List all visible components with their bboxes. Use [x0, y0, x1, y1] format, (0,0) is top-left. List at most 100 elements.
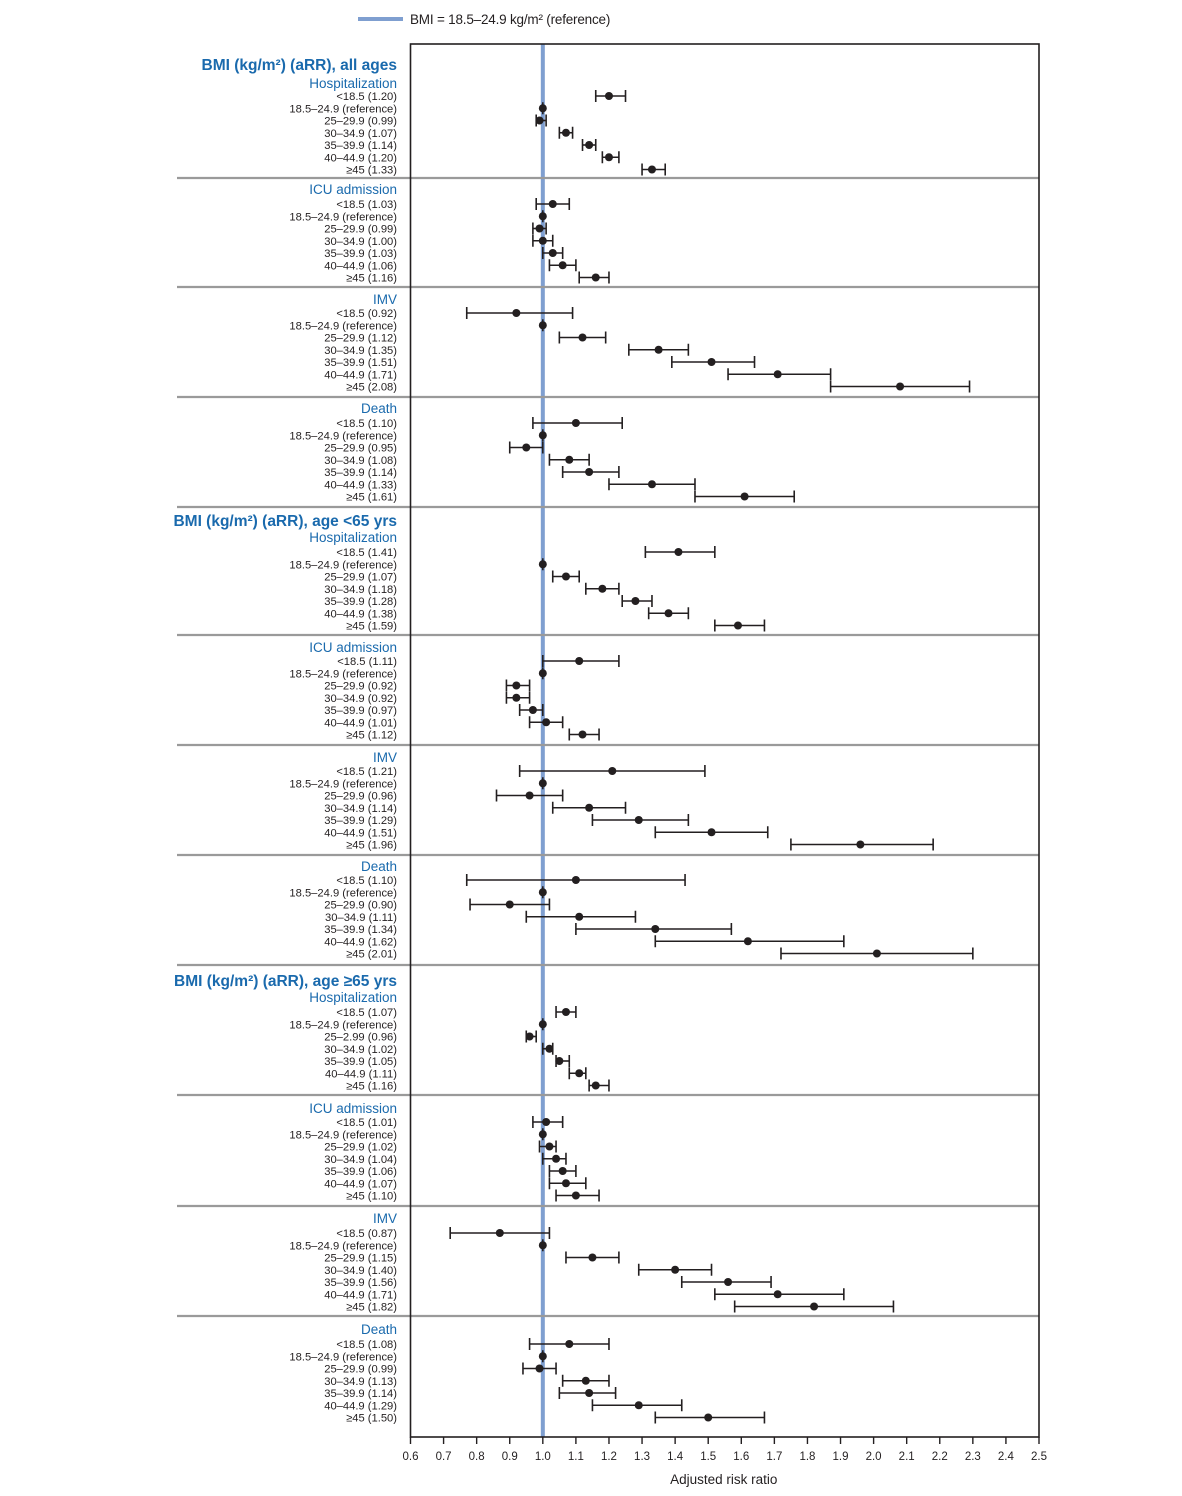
- estimate-mark: [654, 935, 845, 948]
- estimate-mark: [538, 319, 547, 332]
- point-estimate: [552, 1154, 561, 1163]
- estimate-mark: [621, 595, 653, 607]
- row-label: 40–44.9 (1.33): [324, 479, 397, 491]
- row-label: 30–34.9 (1.07): [324, 128, 397, 140]
- point-estimate: [740, 492, 749, 501]
- row-label: <18.5 (1.03): [336, 199, 397, 211]
- estimate-mark: [538, 1128, 547, 1141]
- estimate-mark: [694, 490, 796, 503]
- row-label: <18.5 (0.87): [336, 1228, 397, 1240]
- row-label: ≥45 (1.12): [346, 730, 397, 742]
- row-label: 18.5–24.9 (reference): [289, 211, 397, 223]
- point-estimate: [561, 128, 570, 137]
- estimate-mark: [637, 1263, 713, 1276]
- row-label: 30–34.9 (1.18): [324, 584, 397, 596]
- x-tick-label: 0.6: [403, 1451, 419, 1463]
- row-label: ≥45 (1.59): [346, 621, 397, 633]
- estimate-mark: [542, 655, 620, 667]
- row-label: <18.5 (1.21): [336, 766, 397, 778]
- point-estimate: [634, 1401, 643, 1410]
- estimate-mark: [538, 1239, 547, 1252]
- row-label: 25–29.9 (0.92): [324, 681, 397, 693]
- x-tick-label: 1.5: [700, 1451, 716, 1463]
- point-estimate: [538, 669, 547, 678]
- estimate-mark: [790, 838, 934, 851]
- x-tick-label: 1.1: [568, 1451, 584, 1463]
- point-estimate: [707, 358, 716, 366]
- point-estimate: [538, 321, 547, 330]
- point-estimate: [647, 480, 656, 489]
- x-tick-label: 2.4: [998, 1451, 1015, 1463]
- row-label: 40–44.9 (1.20): [324, 152, 397, 164]
- point-estimate: [578, 730, 587, 739]
- x-tick-label: 1.0: [535, 1451, 551, 1463]
- estimate-mark: [522, 1362, 557, 1375]
- row-label: 40–44.9 (1.71): [324, 1289, 397, 1301]
- estimate-mark: [551, 570, 581, 583]
- section-title: BMI (kg/m²) (aRR), age <65 yrs: [173, 513, 397, 530]
- row-label: <18.5 (1.11): [337, 656, 397, 668]
- row-label: 40–44.9 (1.29): [324, 1400, 397, 1412]
- row-label: 18.5–24.9 (reference): [289, 1129, 397, 1141]
- point-estimate: [654, 345, 663, 354]
- point-estimate: [591, 273, 600, 282]
- row-label: 35–39.9 (1.14): [324, 140, 397, 152]
- row-label: ≥45 (2.01): [346, 949, 397, 961]
- row-label: 25–29.9 (1.07): [324, 572, 397, 584]
- point-estimate: [525, 791, 534, 800]
- plot-frame: [409, 43, 1040, 1438]
- row-label: 30–34.9 (1.08): [324, 455, 397, 467]
- outcome-heading: Hospitalization: [309, 76, 397, 91]
- row-label: 30–34.9 (0.92): [324, 693, 397, 705]
- estimate-mark: [555, 1189, 600, 1202]
- estimate-mark: [465, 874, 686, 886]
- estimate-mark: [558, 1387, 617, 1399]
- estimate-mark: [578, 271, 610, 284]
- estimate-mark: [555, 1006, 577, 1018]
- row-label: 35–39.9 (1.06): [324, 1166, 397, 1178]
- estimate-mark: [542, 1152, 567, 1165]
- estimate-mark: [528, 716, 564, 729]
- estimate-mark: [581, 139, 597, 151]
- point-estimate: [538, 104, 547, 113]
- row-label: 40–44.9 (1.11): [325, 1068, 397, 1080]
- estimate-mark: [591, 1399, 683, 1412]
- point-estimate: [571, 419, 580, 427]
- outcome-heading: Death: [361, 859, 397, 874]
- estimate-mark: [561, 1374, 610, 1387]
- point-estimate: [545, 1044, 554, 1053]
- row-label: ≥45 (1.96): [346, 840, 397, 852]
- row-label: <18.5 (0.92): [336, 308, 397, 320]
- outcome-heading: IMV: [373, 1211, 397, 1226]
- row-label: 40–44.9 (1.07): [324, 1178, 397, 1190]
- estimate-mark: [591, 814, 690, 826]
- row-label: ≥45 (1.16): [346, 273, 397, 285]
- estimate-mark: [568, 1067, 587, 1080]
- point-estimate: [581, 1376, 590, 1385]
- point-estimate: [538, 560, 547, 569]
- estimate-mark: [538, 210, 547, 223]
- row-label: <18.5 (1.10): [336, 418, 397, 430]
- row-label: ≥45 (1.33): [346, 165, 397, 177]
- estimate-mark: [548, 453, 590, 466]
- forest-plot: BMI (kg/m²) (aRR), all ages Hospitalizati…: [173, 43, 1047, 1487]
- point-estimate: [558, 1167, 567, 1175]
- row-label: 25–29.9 (0.99): [324, 224, 397, 236]
- row-label: 25–29.9 (0.90): [324, 900, 397, 912]
- point-estimate: [565, 455, 574, 464]
- row-label: 40–44.9 (1.01): [324, 717, 397, 729]
- point-estimate: [528, 706, 537, 714]
- estimate-mark: [575, 923, 733, 935]
- outcome-heading: Hospitalization: [309, 530, 397, 545]
- outcome-heading: IMV: [373, 292, 397, 307]
- point-estimate: [561, 572, 570, 581]
- estimate-mark: [505, 691, 531, 704]
- point-estimate: [542, 718, 551, 727]
- estimate-mark: [568, 728, 600, 741]
- point-estimate: [548, 249, 557, 257]
- row-label: 18.5–24.9 (reference): [289, 668, 397, 680]
- row-label: ≥45 (1.50): [346, 1413, 397, 1425]
- point-estimate: [571, 876, 580, 884]
- point-estimate: [588, 1253, 597, 1262]
- row-label: 18.5–24.9 (reference): [289, 559, 397, 571]
